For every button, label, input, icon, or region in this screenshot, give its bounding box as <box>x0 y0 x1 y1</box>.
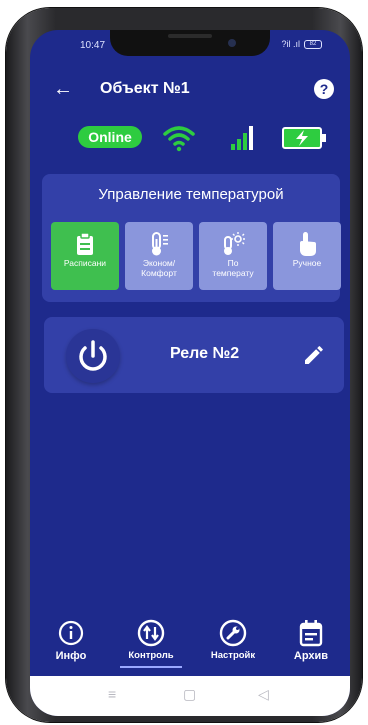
nav-item-settings[interactable]: Настройк <box>198 616 268 661</box>
temp-sun-icon <box>224 232 245 255</box>
help-icon[interactable]: ? <box>314 79 334 99</box>
nav-item-control[interactable]: Контроль <box>116 616 186 668</box>
mode-eco-comfort-button[interactable]: Эконом/ Комфорт <box>125 222 193 290</box>
nav-label-settings: Настройк <box>210 650 256 661</box>
system-navigation-bar: ≡ ▢ ◁ <box>30 676 350 716</box>
status-signal-text: ?il .ıl <box>281 39 300 49</box>
calendar-icon <box>299 620 323 647</box>
temperature-control-title: Управление температурой <box>98 186 284 203</box>
active-tab-indicator <box>120 666 182 668</box>
battery-charging-icon <box>282 127 326 149</box>
phone-frame: 10:47 ?il .ıl 82 ← Объект №1 ? Online Уп… <box>6 8 362 722</box>
mode-by-temperature-label: По температу <box>212 258 254 278</box>
nav-label-info: Инфо <box>55 650 87 662</box>
control-swap-icon <box>137 619 165 647</box>
mode-schedule-label: Расписани <box>63 258 107 268</box>
online-status-badge: Online <box>78 126 142 148</box>
mode-manual-label: Ручное <box>292 258 322 268</box>
bottom-navigation: Инфо Контроль Настройк Архив <box>30 616 350 676</box>
wrench-icon <box>219 619 247 647</box>
front-camera <box>228 39 236 47</box>
status-battery-icon: 82 <box>304 39 322 49</box>
speaker-grille <box>168 34 212 38</box>
mode-manual-button[interactable]: Ручное <box>273 222 341 290</box>
nav-label-archive: Архив <box>293 650 329 662</box>
status-time: 10:47 <box>80 40 106 51</box>
info-icon <box>58 620 84 646</box>
temperature-control-card: Управление температурой Расписани Эконом… <box>42 174 341 302</box>
back-nav-icon[interactable]: ◁ <box>258 686 269 703</box>
app-screen: 10:47 ?il .ıl 82 ← Объект №1 ? Online Уп… <box>30 30 350 716</box>
edit-pencil-icon[interactable] <box>302 343 326 367</box>
hand-pointer-icon <box>300 232 316 256</box>
clipboard-icon <box>77 232 93 255</box>
power-icon <box>79 340 107 371</box>
page-title: Объект №1 <box>100 80 190 97</box>
recent-apps-icon[interactable]: ≡ <box>108 686 116 702</box>
relay-name: Реле №2 <box>170 345 240 362</box>
connection-status-row: Online <box>30 122 350 156</box>
nav-label-control: Контроль <box>128 650 174 661</box>
mode-by-temperature-button[interactable]: По температу <box>199 222 267 290</box>
mode-schedule-button[interactable]: Расписани <box>51 222 119 290</box>
thermometer-icon <box>152 232 168 256</box>
app-bar: ← Объект №1 ? <box>30 70 350 110</box>
back-arrow-icon[interactable]: ← <box>52 78 74 100</box>
mode-eco-comfort-label: Эконом/ Комфорт <box>141 258 177 278</box>
home-icon[interactable]: ▢ <box>183 686 196 703</box>
status-icons: ?il .ıl 82 <box>281 39 322 49</box>
relay-card: Реле №2 <box>44 317 344 393</box>
signal-strength-icon <box>231 126 253 150</box>
camera-notch <box>110 30 270 56</box>
relay-power-button[interactable] <box>66 329 120 383</box>
nav-item-info[interactable]: Инфо <box>36 616 106 662</box>
wifi-icon <box>163 126 195 152</box>
nav-item-archive[interactable]: Архив <box>276 616 346 662</box>
mode-selector: Расписани Эконом/ Комфорт По температу Р… <box>51 222 341 290</box>
